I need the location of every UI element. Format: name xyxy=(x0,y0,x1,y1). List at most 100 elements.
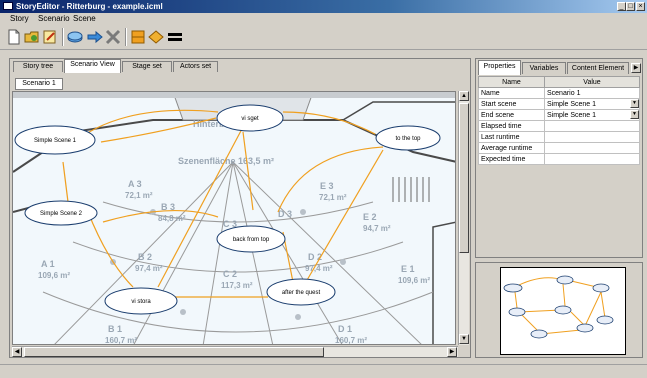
minimap-node xyxy=(554,305,572,315)
room-label: D 3 xyxy=(278,209,292,219)
menu-scenario[interactable]: Scenario xyxy=(38,14,70,23)
scene-node[interactable]: back from top xyxy=(216,225,286,253)
scene-label: Simple Scene 1 xyxy=(34,138,77,144)
property-value[interactable] xyxy=(544,142,640,154)
start-scene-select[interactable]: Simple Scene 1 ▼ xyxy=(544,98,640,110)
vertical-scrollbar[interactable]: ▲ ▼ xyxy=(458,91,469,345)
column-header-name: Name xyxy=(478,76,545,88)
menu-bar: Story Scenario Scene xyxy=(0,13,647,24)
toolbar-separator xyxy=(62,28,64,46)
scene-label: to the top xyxy=(395,136,421,142)
room-label: 160,7 m² xyxy=(105,336,137,345)
toolbar xyxy=(0,24,647,50)
scene-node[interactable]: after the quest xyxy=(266,278,336,306)
property-name: Start scene xyxy=(478,98,545,110)
close-button[interactable]: × xyxy=(636,2,645,11)
tab-properties[interactable]: Properties xyxy=(478,60,521,75)
property-name: Average runtime xyxy=(478,142,545,154)
minimize-button[interactable]: _ xyxy=(617,2,626,11)
scene-label: back from top xyxy=(233,237,270,243)
floor-plan: Hinterb Szenenfläche 163,5 m² A 3 72,1 m… xyxy=(13,92,455,345)
room-label: E 1 xyxy=(401,264,415,274)
arrow-right-icon[interactable] xyxy=(86,29,104,45)
top-wall xyxy=(13,92,455,98)
tab-scenario-view[interactable]: Scenario View xyxy=(64,59,121,73)
property-value[interactable] xyxy=(544,120,640,132)
scroll-thumb[interactable] xyxy=(24,347,324,357)
scenario-canvas[interactable]: Hinterb Szenenfläche 163,5 m² A 3 72,1 m… xyxy=(12,91,456,345)
scene-label: Simple Scene 2 xyxy=(40,211,83,217)
disk-icon[interactable] xyxy=(66,29,84,45)
title-bar: StoryEditor - Ritterburg - example.icml … xyxy=(0,0,647,13)
minimap-node xyxy=(596,315,614,325)
room-label: B 2 xyxy=(138,252,152,262)
tab-scenario-1[interactable]: Scenario 1 xyxy=(15,78,63,90)
tab-story-tree[interactable]: Story tree xyxy=(13,61,63,72)
orange-diamond-icon[interactable] xyxy=(147,29,165,45)
scene-label: vi stora xyxy=(131,299,151,305)
tab-scroll-right-button[interactable]: ▶ xyxy=(631,63,641,73)
table-row: Elapsed time xyxy=(478,120,640,132)
property-value[interactable]: Scenario 1 xyxy=(544,87,640,99)
room-label: E 3 xyxy=(320,181,334,191)
open-folder-icon[interactable] xyxy=(23,29,41,45)
room-label: A 1 xyxy=(41,259,55,269)
minimap-node xyxy=(576,323,594,333)
table-row: Average runtime xyxy=(478,142,640,154)
toolbar-separator xyxy=(125,28,127,46)
minimap-node xyxy=(592,283,610,293)
tab-actors-set[interactable]: Actors set xyxy=(173,61,218,72)
room-label: 97,4 m² xyxy=(305,264,333,273)
room-label: D 1 xyxy=(338,324,352,334)
table-row: Last runtime xyxy=(478,131,640,143)
overview-panel xyxy=(475,262,643,358)
tab-stage-set[interactable]: Stage set xyxy=(122,61,172,72)
equals-icon[interactable] xyxy=(166,29,184,45)
table-row: Start scene Simple Scene 1 ▼ xyxy=(478,98,640,110)
orange-square-icon[interactable] xyxy=(129,29,147,45)
minimap-node xyxy=(556,275,574,285)
scroll-thumb[interactable] xyxy=(459,103,469,253)
minimap[interactable] xyxy=(500,267,626,355)
tab-content-element[interactable]: Content Element xyxy=(567,62,629,74)
scene-node[interactable]: vi sget xyxy=(216,104,284,132)
scroll-right-button[interactable]: ▶ xyxy=(447,347,457,357)
property-name: End scene xyxy=(478,109,545,121)
room-label: 97,4 m² xyxy=(135,264,163,273)
scene-node[interactable]: Simple Scene 2 xyxy=(24,200,98,226)
end-scene-select[interactable]: Simple Scene 1 ▼ xyxy=(544,109,640,121)
scroll-left-button[interactable]: ◀ xyxy=(12,347,22,357)
scroll-up-button[interactable]: ▲ xyxy=(459,91,469,101)
chevron-down-icon[interactable]: ▼ xyxy=(630,99,639,108)
scene-node[interactable]: to the top xyxy=(375,125,441,151)
room-label: 72,1 m² xyxy=(319,193,347,202)
scene-node[interactable]: Simple Scene 1 xyxy=(14,125,96,155)
property-value[interactable] xyxy=(544,153,640,165)
scroll-down-button[interactable]: ▼ xyxy=(459,334,469,344)
menu-scene[interactable]: Scene xyxy=(73,14,96,23)
property-name: Elapsed time xyxy=(478,120,545,132)
tab-variables[interactable]: Variables xyxy=(522,62,566,74)
property-value[interactable] xyxy=(544,131,640,143)
menu-story[interactable]: Story xyxy=(10,14,29,23)
chevron-down-icon[interactable]: ▼ xyxy=(630,110,639,119)
room-label: A 3 xyxy=(128,179,142,189)
edit-icon[interactable] xyxy=(41,29,59,45)
horizontal-scrollbar[interactable]: ◀ ▶ xyxy=(12,346,458,357)
table-header: Name Value xyxy=(478,76,640,88)
room-label: 72,1 m² xyxy=(125,191,153,200)
room-label: C 2 xyxy=(223,269,237,279)
scene-node[interactable]: vi stora xyxy=(104,287,178,315)
property-name: Name xyxy=(478,87,545,99)
maximize-button[interactable]: □ xyxy=(626,2,635,11)
table-row: Name Scenario 1 xyxy=(478,87,640,99)
new-file-icon[interactable] xyxy=(5,29,23,45)
room-label: 109,6 m² xyxy=(398,276,430,285)
room-label: 84,8 m² xyxy=(158,214,186,223)
editor-tabs: Story tree Scenario View Stage set Actor… xyxy=(10,59,470,73)
minimap-graph xyxy=(503,275,614,339)
minimap-node xyxy=(508,307,526,317)
minimap-node xyxy=(530,329,548,339)
window-title: StoryEditor - Ritterburg - example.icml xyxy=(16,2,163,11)
delete-icon[interactable] xyxy=(104,29,122,45)
